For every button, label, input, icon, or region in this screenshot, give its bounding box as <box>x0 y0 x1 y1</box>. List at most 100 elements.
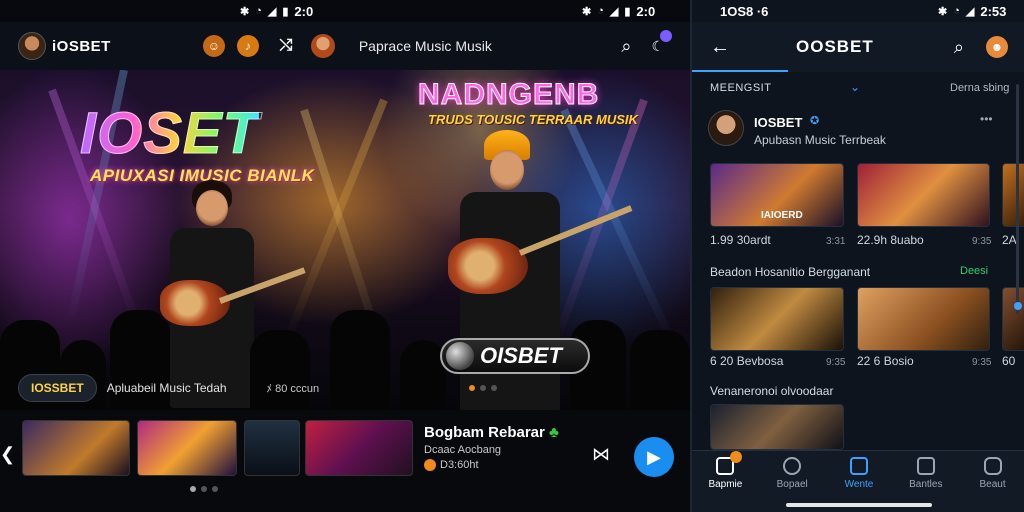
wifi-icon: ◔ <box>255 5 262 17</box>
bluetooth-icon: ✱ <box>240 5 250 18</box>
hero-badge-logo: OISBET <box>440 338 590 374</box>
search-icon[interactable]: ⌕ <box>621 36 631 57</box>
battery-icon: ▮ <box>624 5 631 18</box>
scrollbar-thumb[interactable] <box>1014 302 1022 310</box>
video-duration: 3:31 <box>826 236 846 247</box>
signal-icon: ◢ <box>267 5 277 18</box>
status-time: 2:53 <box>980 3 1007 19</box>
status-bar-left: ✱ ◔ ◢ ▮ 2:0 <box>240 0 313 22</box>
prev-icon[interactable]: ❮ <box>0 444 15 465</box>
wifi-icon: ◔ <box>597 5 604 17</box>
tab-label[interactable]: MEENGSIT <box>710 82 771 94</box>
profile-icon[interactable] <box>310 34 335 58</box>
hero-title-secondary: NADNGENB <box>417 78 600 112</box>
verified-icon: ♣ <box>549 424 559 441</box>
video-caption: 22.9h 8uabo <box>857 233 924 247</box>
playlist-thumb[interactable] <box>22 420 130 476</box>
video-thumb[interactable] <box>857 163 990 227</box>
nav-item-home[interactable]: Bapmie <box>692 451 759 512</box>
video-caption: 22 6 Bosio <box>857 354 914 368</box>
search-title[interactable]: Paprace Music Musik <box>359 38 492 54</box>
video-caption: 60 <box>1002 354 1016 368</box>
home-indicator <box>786 503 932 507</box>
strip-dots[interactable] <box>190 486 218 492</box>
notification-icon[interactable]: ☾ <box>651 29 672 55</box>
now-playing-plays: D3:60ht <box>440 459 479 471</box>
video-duration: 9:35 <box>972 357 992 368</box>
music-note-icon[interactable]: ♪ <box>236 35 259 57</box>
shuffle-icon[interactable]: ⤭ <box>275 35 297 57</box>
hero-subtitle-secondary: TRUDS TOUSIC TERRAAR MUSIK <box>428 112 638 127</box>
status-carrier: 1OS8 ·6 <box>720 3 769 19</box>
section-title: Venaneronoi olvoodaar <box>710 384 834 398</box>
hero-title: IOSET <box>79 101 260 167</box>
play-button[interactable]: ▶ <box>634 437 674 477</box>
profile-icon[interactable]: ☻ <box>986 36 1008 58</box>
nav-label: Bapmie <box>708 479 743 490</box>
status-time: 2:0 <box>294 3 314 19</box>
library-title: OOSBET <box>796 37 874 56</box>
status-bar-right-icons: ✱ ◔ ◢ 2:53 <box>938 0 1006 22</box>
status-bar-right: 1OS8 ·6 <box>720 0 768 22</box>
status-bar-mid: ✱ ◔ ◢ ▮ 2:0 <box>582 0 655 22</box>
app-logo: iOSBET <box>52 37 111 55</box>
hero-banner[interactable]: IOSET APIUXASI IMUSIC BIANLK NADNGENB TR… <box>0 70 690 410</box>
battery-icon: ▮ <box>282 5 289 18</box>
video-thumb[interactable] <box>710 404 844 450</box>
channel-avatar[interactable] <box>708 110 744 146</box>
skip-icon[interactable]: ⋈ <box>592 444 610 465</box>
carousel-dots[interactable] <box>469 385 498 391</box>
playlist-thumb[interactable] <box>244 420 300 476</box>
chat-icon <box>783 457 802 475</box>
nav-label: Beaut <box>979 479 1006 490</box>
section-action[interactable]: Deesi <box>960 265 988 277</box>
chevron-down-icon[interactable]: ⌄ <box>850 80 860 94</box>
bluetooth-icon: ✱ <box>938 5 948 18</box>
video-duration: 9:35 <box>972 236 992 247</box>
nav-label: Bopael <box>776 479 808 490</box>
play-icon: ▶ <box>647 446 661 467</box>
settings-icon <box>983 457 1002 475</box>
channel-name[interactable]: IOSBET <box>754 115 802 130</box>
library-icon <box>849 457 868 475</box>
coin-icon <box>424 459 436 471</box>
search-icon[interactable]: ⌕ <box>954 37 964 58</box>
video-thumb[interactable] <box>710 287 844 351</box>
home-icon <box>716 451 743 475</box>
video-duration: 9:35 <box>826 357 846 368</box>
hero-info-row: IOSSBET Apluabeil Music Tedah ﾒ 80 cccun <box>0 370 690 406</box>
library-header: ← OOSBET ⌕ ☻ <box>692 22 1024 72</box>
video-thumb[interactable] <box>1002 287 1024 351</box>
now-playing-title: Bogbam Rebarar <box>424 424 545 441</box>
video-thumb[interactable] <box>1002 163 1024 227</box>
channel-tagline: Apubasn Music Terrbeak <box>754 133 886 147</box>
tab-action[interactable]: Derna sbing <box>950 82 1009 94</box>
playlist-thumb[interactable] <box>305 420 413 476</box>
nav-item-settings[interactable]: Beaut <box>959 451 1024 512</box>
status-time: 2:0 <box>636 3 656 19</box>
playlist-strip: ❮ Bogbam Rebarar ♣ Dcaac Aocbang D3:60ht… <box>0 410 690 512</box>
nav-label: Wente <box>844 479 874 490</box>
coin-icon[interactable]: ☺ <box>202 35 225 57</box>
back-arrow-icon[interactable]: ← <box>710 36 730 59</box>
now-playing-info: Bogbam Rebarar ♣ Dcaac Aocbang D3:60ht <box>424 424 559 471</box>
playlist-thumb[interactable] <box>137 420 237 476</box>
video-caption: 2A <box>1002 233 1017 247</box>
video-thumb[interactable] <box>857 287 990 351</box>
hero-info-text: Apluabeil Music Tedah <box>106 381 227 395</box>
brand-pill[interactable]: IOSSBET <box>18 374 97 402</box>
now-playing-artist: Dcaac Aocbang <box>424 444 502 456</box>
library-screen: 1OS8 ·6 ✱ ◔ ◢ 2:53 ← OOSBET ⌕ ☻ MEENGSIT… <box>690 0 1024 512</box>
thumb-label: IAIOERD <box>761 210 803 221</box>
bluetooth-icon: ✱ <box>582 5 592 18</box>
scrollbar[interactable] <box>1016 84 1019 314</box>
video-caption: 6 20 Bevbosa <box>710 354 784 368</box>
avatar[interactable] <box>18 32 46 60</box>
active-tab-indicator <box>692 70 788 72</box>
folder-icon <box>916 457 935 475</box>
video-thumb[interactable]: IAIOERD <box>710 163 844 227</box>
video-caption: 1.99 30ardt <box>710 233 771 247</box>
main-player-screen: ✱ ◔ ◢ ▮ 2:0 ✱ ◔ ◢ ▮ 2:0 iOSBET ☺ ♪ ⤭ Pap… <box>0 0 690 512</box>
more-options-icon[interactable]: ••• <box>980 112 993 126</box>
hero-badge-text: OISBET <box>480 343 562 368</box>
